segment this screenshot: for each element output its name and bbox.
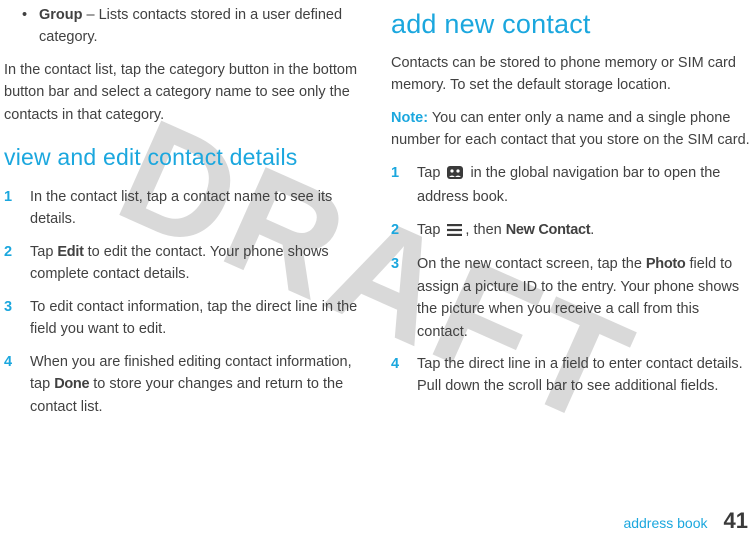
step-body: Tap the direct line in a field to enter … <box>417 353 750 398</box>
t: Tap <box>30 244 57 260</box>
step-body: To edit contact information, tap the dir… <box>30 296 363 341</box>
left-column: • Group – Lists contacts stored in a use… <box>4 4 363 418</box>
right-column: add new contact Contacts can be stored t… <box>391 4 750 418</box>
left-step-4: 4 When you are finished editing contact … <box>4 351 363 418</box>
done-label: Done <box>54 376 89 392</box>
footer: address book 41 <box>623 504 748 538</box>
bullet-group: • Group – Lists contacts stored in a use… <box>4 4 363 49</box>
edit-label: Edit <box>57 244 83 260</box>
photo-label: Photo <box>646 256 686 272</box>
contacts-icon <box>447 164 463 186</box>
right-step-3: 3 On the new contact screen, tap the Pho… <box>391 253 750 343</box>
bullet-dot: • <box>22 4 27 49</box>
t: , then <box>465 222 505 238</box>
step-body: When you are finished editing contact in… <box>30 351 363 418</box>
step-body: Tap in the global navigation bar to open… <box>417 162 750 209</box>
step-body: Tap , then New Contact. <box>417 219 750 243</box>
t: On the new contact screen, tap the <box>417 256 646 272</box>
step-number: 3 <box>4 296 16 341</box>
note-label: Note: <box>391 110 428 126</box>
right-step-1: 1 Tap in the global navigation bar to op… <box>391 162 750 209</box>
menu-icon <box>447 221 462 243</box>
step-body: In the contact list, tap a contact name … <box>30 186 363 231</box>
section-add-contact: add new contact <box>391 4 750 46</box>
bullet-text: Group – Lists contacts stored in a user … <box>39 4 363 49</box>
new-contact-label: New Contact <box>506 222 591 238</box>
note-body: You can enter only a name and a single p… <box>391 110 750 148</box>
footer-page-number: 41 <box>724 504 748 538</box>
footer-section-label: address book <box>623 513 707 535</box>
t: Tap <box>417 165 444 181</box>
page-columns: • Group – Lists contacts stored in a use… <box>0 0 754 418</box>
left-step-3: 3 To edit contact information, tap the d… <box>4 296 363 341</box>
step-number: 4 <box>4 351 16 418</box>
step-number: 2 <box>391 219 403 243</box>
step-body: On the new contact screen, tap the Photo… <box>417 253 750 343</box>
step-number: 1 <box>391 162 403 209</box>
bullet-rest: – Lists contacts stored in a user define… <box>39 7 342 45</box>
left-step-2: 2 Tap Edit to edit the contact. Your pho… <box>4 241 363 286</box>
step-number: 3 <box>391 253 403 343</box>
note: Note: You can enter only a name and a si… <box>391 107 750 152</box>
left-para1: In the contact list, tap the category bu… <box>4 59 363 126</box>
t: Tap <box>417 222 444 238</box>
t: . <box>590 222 594 238</box>
right-step-2: 2 Tap , then New Contact. <box>391 219 750 243</box>
left-step-1: 1 In the contact list, tap a contact nam… <box>4 186 363 231</box>
step-number: 2 <box>4 241 16 286</box>
step-body: Tap Edit to edit the contact. Your phone… <box>30 241 363 286</box>
bullet-label: Group <box>39 7 83 23</box>
right-step-4: 4 Tap the direct line in a field to ente… <box>391 353 750 398</box>
right-para1: Contacts can be stored to phone memory o… <box>391 52 750 97</box>
step-number: 1 <box>4 186 16 231</box>
step-number: 4 <box>391 353 403 398</box>
section-view-edit: view and edit contact details <box>4 140 363 176</box>
